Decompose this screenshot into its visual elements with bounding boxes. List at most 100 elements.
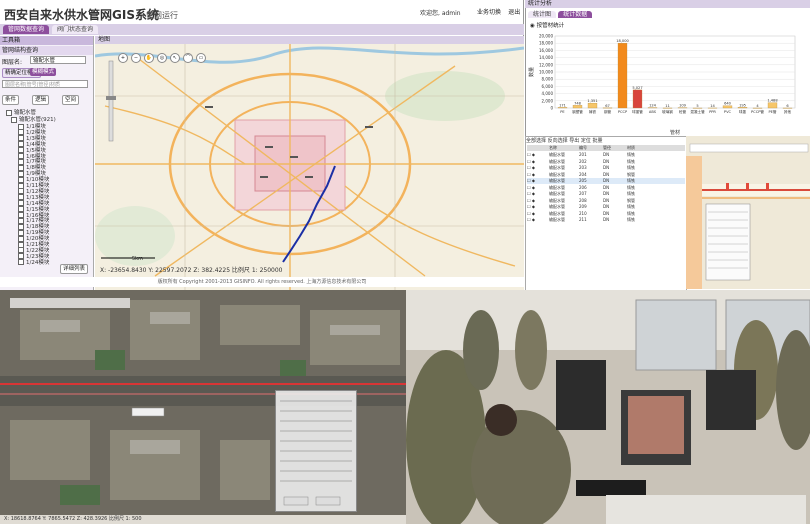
table-cell: 钢管 [627, 197, 635, 203]
row-checkbox-icon[interactable]: ☐ ◆ [527, 185, 549, 191]
y-tick-label: 10,000 [539, 70, 553, 75]
table-cell: 206 [579, 184, 587, 190]
table-row[interactable]: ☐ ◆ 输配水管 203 DN 铸铁 [527, 165, 685, 171]
table-row[interactable]: ☐ ◆ 输配水管 208 DN 钢管 [527, 198, 685, 204]
table-cell: DN [603, 210, 610, 216]
table-row[interactable]: ☐ ◆ 输配水管 205 DN 铸铁 [527, 178, 685, 184]
pan-icon[interactable]: ✋ [144, 53, 154, 63]
logout-button[interactable]: 退出 [506, 6, 522, 17]
detail-map[interactable] [686, 136, 810, 289]
data-label: 109 [679, 104, 687, 108]
row-checkbox-icon[interactable]: ☐ ◆ [527, 172, 549, 178]
table-cell: DN [603, 178, 610, 183]
table-cell: 输配水管 [549, 165, 565, 170]
user-greeting: 欢迎您, admin [420, 10, 461, 17]
table-cell: 205 [579, 178, 587, 183]
checkbox-icon[interactable] [18, 259, 24, 266]
tree-item[interactable]: 1/24模块 [18, 258, 49, 266]
table-cell: 输配水管 [549, 197, 565, 203]
row-checkbox-icon[interactable]: ☐ ◆ [527, 191, 549, 197]
fuzzy-mode-button[interactable]: 模糊模式 [30, 68, 57, 76]
table-cell: 输配水管 [549, 171, 565, 177]
row-checkbox-icon[interactable]: ☐ ◆ [527, 198, 549, 204]
table-cell: DN [603, 184, 610, 190]
x-tick-label: 铸铁 [589, 109, 597, 114]
header-buttons: 业务切换 退出 [474, 6, 522, 17]
table-row[interactable]: ☐ ◆ 输配水管 211 DN 铸铁 [527, 217, 685, 223]
table-row[interactable]: ☐ ◆ 输配水管 206 DN 铸铁 [527, 185, 685, 191]
export-button[interactable]: 导出 [569, 138, 579, 144]
condition-button[interactable]: 条件 [2, 95, 20, 105]
x-tick-label: 钢管 [604, 109, 612, 114]
operators-photo [406, 290, 810, 524]
row-checkbox-icon[interactable]: ☐ ◆ [527, 159, 549, 165]
row-checkbox-icon[interactable]: ☐ ◆ [527, 217, 549, 223]
table-header: 名称 编号 管径 材质 [527, 145, 685, 151]
table-row[interactable]: ☐ ◆ 输配水管 204 DN 钢管 [527, 172, 685, 178]
select-all-button[interactable]: 全部选择 [526, 138, 546, 144]
table-row[interactable]: ☐ ◆ 输配水管 207 DN 铸铁 [527, 191, 685, 197]
row-checkbox-icon[interactable]: ☐ ◆ [527, 178, 549, 184]
city-map [95, 36, 524, 290]
table-row[interactable]: ☐ ◆ 输配水管 209 DN 铸铁 [527, 204, 685, 210]
stats-tabs: 统计图 统计数据 [528, 9, 593, 18]
tab-stats-chart[interactable]: 统计图 [528, 11, 557, 18]
locate-button[interactable]: 定位 [581, 138, 591, 144]
measure-icon[interactable]: ⌒ [183, 53, 193, 63]
table-cell: 铸铁 [627, 178, 635, 183]
spatial-button[interactable]: 空间 [62, 95, 80, 105]
table-cell: 203 [579, 165, 587, 170]
table-cell: 204 [579, 171, 587, 177]
satellite-status-bar: X: 18618.8764 Y: 7865.5472 Z: 428.3926 比… [0, 515, 406, 524]
y-axis-label: 数量 [528, 67, 535, 77]
row-checkbox-icon[interactable]: ☐ ◆ [527, 152, 549, 158]
data-label: 1,488 [767, 99, 778, 103]
data-label: 11 [665, 104, 670, 108]
x-tick-label: 混凝土管 [690, 109, 705, 114]
tab-stats-data[interactable]: 统计数据 [558, 11, 593, 18]
table-cell: 铸铁 [627, 158, 635, 164]
zoom-out-icon[interactable]: − [131, 53, 141, 63]
logic-button[interactable]: 逻辑 [32, 95, 50, 105]
table-row[interactable]: ☐ ◆ 输配水管 202 DN 铸铁 [527, 159, 685, 165]
tab-valve-query[interactable]: 阀门状态查询 [52, 25, 99, 34]
detail-list-button[interactable]: 详细列表 [60, 264, 89, 274]
popup-lines [280, 400, 352, 506]
select-icon[interactable]: ↖ [170, 53, 180, 63]
row-checkbox-icon[interactable]: ☐ ◆ [527, 204, 549, 210]
zoom-in-icon[interactable]: + [118, 53, 128, 63]
data-label: 5 [696, 104, 698, 108]
table-cell: 输配水管 [549, 178, 565, 183]
table-cell: 210 [579, 210, 587, 216]
checkbox-icon[interactable] [11, 116, 17, 123]
table-cell: 铸铁 [627, 165, 635, 170]
map-toolbar: + − ✋ ◎ ↖ ⌒ ▭ [118, 53, 209, 63]
invert-select-button[interactable]: 反向选择 [548, 138, 568, 144]
y-tick-label: 6,000 [542, 84, 554, 89]
table-cell: 铸铁 [627, 210, 635, 216]
bar [572, 105, 583, 109]
x-tick-label: 砼管 [679, 109, 687, 114]
table-row[interactable]: ☐ ◆ 输配水管 210 DN 铸铁 [527, 211, 685, 217]
row-checkbox-icon[interactable]: ☐ ◆ [527, 211, 549, 217]
table-row[interactable]: ☐ ◆ 输配水管 201 DN 铸铁 [527, 152, 685, 158]
copyright-footer: 版权所有 Copyright 2001-2013 GISINFO. All ri… [0, 277, 524, 287]
table-cell: DN [603, 217, 610, 222]
search-input[interactable]: 图层名称|管号|管径|材质 [2, 80, 88, 88]
tab-pipe-query[interactable]: 管网数据查询 [3, 25, 50, 34]
batch-button[interactable]: 批量 [592, 138, 602, 144]
data-label: 18,000 [616, 39, 629, 43]
row-checkbox-icon[interactable]: ☐ ◆ [527, 165, 549, 171]
map-view[interactable] [95, 36, 524, 290]
switch-business-button[interactable]: 业务切换 [475, 6, 503, 17]
column-header: 材质 [627, 145, 635, 150]
data-label: 67 [605, 104, 610, 108]
print-icon[interactable]: ▭ [196, 53, 206, 63]
x-tick-label: PE [560, 110, 565, 114]
x-tick-label: PE管 [768, 109, 776, 114]
full-extent-icon[interactable]: ◎ [157, 53, 167, 63]
layer-select[interactable]: 输配水管 [30, 56, 86, 64]
x-tick-label: 玻璃钢 [662, 109, 673, 114]
table-cell: 输配水管 [549, 152, 565, 157]
table-cell: 202 [579, 158, 587, 164]
